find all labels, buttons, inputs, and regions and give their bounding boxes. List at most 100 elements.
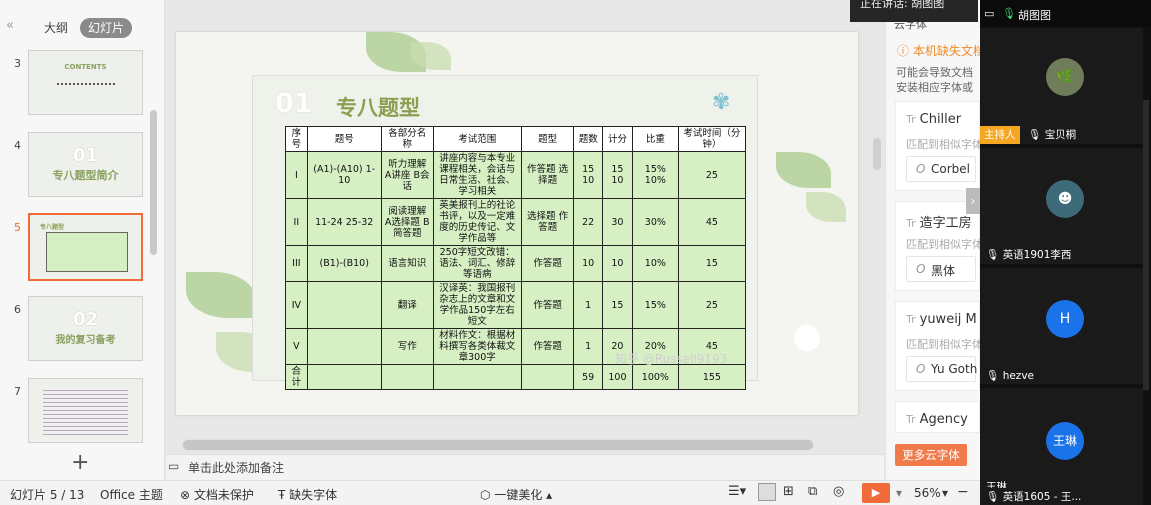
table-cell: 1 <box>573 281 603 329</box>
zoom-level[interactable]: 56% <box>914 486 941 500</box>
font-o-icon: O <box>916 262 926 276</box>
font-icon: Ŧ <box>278 488 286 502</box>
table-header-cell: 考试范围 <box>432 126 522 152</box>
thumbnail-number: 5 <box>14 221 21 234</box>
participant-tile[interactable]: 🎙 英语1605 - 王... <box>980 488 1143 505</box>
missing-font-status[interactable]: Ŧ 缺失字体 <box>278 486 337 503</box>
tab-outline[interactable]: 大纲 <box>36 18 76 38</box>
font-desc: 匹配到相似字体 <box>906 238 983 251</box>
thumbnail-number: 3 <box>14 57 21 70</box>
participant-tile[interactable]: H 🎙 hezve <box>980 268 1143 384</box>
table-cell: 听力理解 A讲座 B会话 <box>380 151 434 199</box>
table-cell: 阅读理解 A选择题 B简答题 <box>380 198 434 246</box>
table-header-cell: 计分 <box>601 126 633 152</box>
thumbnail-number: 7 <box>14 385 21 398</box>
theme-label[interactable]: Office 主题 <box>100 486 163 503</box>
font-replace-button[interactable]: O 黑体 <box>906 256 976 282</box>
table-cell: 45 <box>677 198 747 246</box>
table-cell: 作答题 <box>520 281 575 329</box>
zoom-dropdown-icon[interactable]: ▾ <box>942 486 948 500</box>
participant-name: 🎙 hezve <box>986 370 1034 382</box>
table-cell <box>432 364 522 390</box>
participant-tile[interactable]: 王琳 王琳 <box>980 388 1143 504</box>
thumbnail-text: 专八题型 <box>40 224 65 231</box>
slide-indicator: 幻灯片 5 / 13 <box>10 488 85 502</box>
table-cell <box>306 281 382 329</box>
table-cell: 翻译 <box>380 281 434 329</box>
participant-tile[interactable]: ☻ 🎙 英语1901李西 <box>980 148 1143 264</box>
slide-thumbnail-6[interactable]: 02 我的复习备考 <box>28 296 143 361</box>
table-cell: 作答题 <box>520 245 575 282</box>
shield-icon: ⊗ <box>180 488 191 502</box>
font-desc: 匹配到相似字体 <box>906 138 983 151</box>
table-header-cell: 各部分名称 <box>380 126 434 152</box>
table-cell: 250字短文改错：语法、词汇、修辞等语病 <box>432 245 522 282</box>
table-cell: 59 <box>573 364 603 390</box>
slide-sorter-icon[interactable]: ⊞ <box>783 484 794 499</box>
host-badge: 主持人 <box>980 126 1020 144</box>
document-protect[interactable]: ⊗ 文档未保护 <box>180 486 254 503</box>
normal-view-icon[interactable] <box>758 483 776 501</box>
table-cell: 100% <box>631 364 679 390</box>
avatar: ☻ <box>1046 180 1084 218</box>
butterfly-icon: ✾ <box>712 90 731 115</box>
tab-slides[interactable]: 幻灯片 <box>80 18 133 38</box>
font-type-icon: Tr <box>906 313 916 326</box>
font-card: Tr Agency <box>895 401 980 433</box>
avatar: 王琳 <box>1046 422 1084 460</box>
table-cell: 10% <box>631 245 679 282</box>
notes-view-icon[interactable]: ☰▾ <box>728 484 746 499</box>
zoom-out-button[interactable]: − <box>957 484 969 500</box>
reading-view-icon[interactable]: ⧉ <box>808 484 817 499</box>
slide-thumbnail-4[interactable]: 01 专八题型简介 <box>28 132 143 197</box>
slide-thumbnail-7[interactable] <box>28 378 143 443</box>
presenter-view-icon[interactable]: ◎ <box>833 484 844 499</box>
collapse-panel-icon[interactable]: « <box>6 18 14 33</box>
table-cell: 15 10 <box>573 151 603 199</box>
meeting-scrollbar[interactable] <box>1143 100 1149 390</box>
slide-thumbnail-3[interactable]: CONTENTS <box>28 50 143 115</box>
mic-icon: 🎙 <box>986 249 1000 261</box>
table-cell: 1 <box>573 328 603 365</box>
table-cell: 合计 <box>285 364 308 390</box>
add-slide-button[interactable]: + <box>71 450 89 475</box>
slide-thumbnail-5[interactable]: 专八题型 <box>28 213 143 281</box>
table-cell: I <box>285 151 308 199</box>
canvas-vertical-scrollbar[interactable] <box>873 138 881 170</box>
table-row: IV 翻译 汉译英：我国报刊杂志上的文章和文学作品150字左右短文 作答题 1 15 15%… <box>285 281 747 329</box>
table-cell: 15 10 <box>601 151 633 199</box>
warning-icon: ⓘ <box>897 44 910 58</box>
table-cell: 作答题 <box>520 328 575 365</box>
font-type-icon: Tr <box>906 413 916 426</box>
thumbnail-text-lines <box>43 387 128 435</box>
play-slideshow-button[interactable]: ▶ <box>862 483 890 503</box>
table-header-cell: 题型 <box>520 126 575 152</box>
beautify-icon: ⬡ <box>480 488 491 502</box>
mic-icon[interactable]: 🎙 <box>1002 7 1016 20</box>
table-cell: 30% <box>631 198 679 246</box>
horizontal-scrollbar-thumb[interactable] <box>183 440 813 450</box>
table-cell: V <box>285 328 308 365</box>
font-name: Tr Agency <box>906 412 968 427</box>
panel-expand-arrow-icon[interactable]: › <box>966 188 980 214</box>
speaker-name: 胡图图 <box>1018 9 1051 22</box>
notes-area[interactable]: ▭ 单击此处添加备注 <box>166 454 884 480</box>
font-card: Tr 造字工房 匹配到相似字体 O 黑体 <box>895 201 983 291</box>
font-replace-button[interactable]: O Yu Goth <box>906 356 977 382</box>
table-cell: 22 <box>573 198 603 246</box>
more-cloud-fonts-button[interactable]: 更多云字体 <box>895 444 967 466</box>
participant-name: 🎙 英语1605 - 王... <box>986 491 1082 503</box>
font-card: Tr Chiller 匹配到相似字体 O Corbel <box>895 101 983 191</box>
avatar: 🌿 <box>1046 58 1084 96</box>
table-cell: 25 <box>677 151 747 199</box>
beautify-button[interactable]: ⬡ 一键美化 ▴ <box>480 486 552 503</box>
table-cell: 30 <box>601 198 633 246</box>
mic-icon: 🎙 <box>986 370 1000 382</box>
table-cell: 10 <box>573 245 603 282</box>
participant-tile[interactable]: 🌿 主持人 🎙 宝贝桐 <box>980 28 1143 144</box>
thumbnail-scrollbar[interactable] <box>150 110 157 255</box>
slide-title: 专八题型 <box>336 96 420 120</box>
screen-share-icon[interactable]: ▭ <box>984 7 994 20</box>
font-replace-button[interactable]: O Corbel <box>906 156 976 182</box>
play-dropdown-icon[interactable]: ▾ <box>896 486 902 500</box>
